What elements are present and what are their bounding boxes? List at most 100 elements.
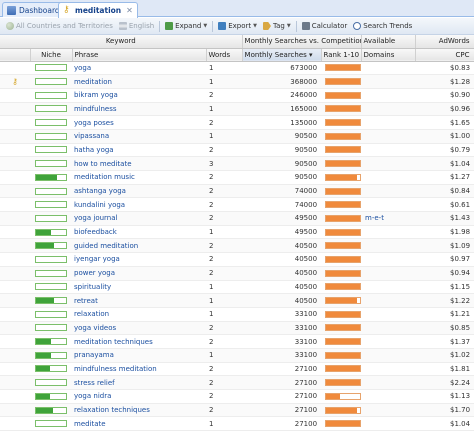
cpc-cell: $1.13 — [415, 389, 474, 404]
phrase-link[interactable]: kundalini yoga — [72, 197, 206, 213]
table-row[interactable]: meditation music 2 90500 $1.27 — [0, 170, 474, 185]
tab-meditation[interactable]: ⚷ meditation ✕ — [58, 2, 138, 18]
monthly-searches-cell: 33100 — [242, 307, 322, 322]
column-header-icon[interactable] — [0, 48, 31, 62]
phrase-link[interactable]: pranayama — [72, 348, 206, 363]
tag-button[interactable]: Tag ▼ — [260, 19, 294, 34]
phrase-link[interactable]: yoga nidra — [72, 389, 206, 404]
phrase-link[interactable]: yoga videos — [72, 321, 206, 336]
table-row[interactable]: bikram yoga 2 246000 $0.90 — [0, 88, 474, 103]
table-row[interactable]: yoga poses 2 135000 $1.65 — [0, 115, 474, 130]
words-cell: 1 — [206, 74, 243, 89]
close-icon[interactable]: ✕ — [126, 6, 133, 15]
phrase-link[interactable]: vipassana — [72, 129, 206, 144]
phrase-link[interactable]: relaxation — [72, 307, 206, 322]
phrase-link[interactable]: iyengar yoga — [72, 252, 206, 267]
table-row[interactable]: ashtanga yoga 2 74000 $0.84 — [0, 184, 474, 199]
table-row[interactable]: mindfulness 1 165000 $0.96 — [0, 102, 474, 117]
phrase-link[interactable]: biofeedback — [72, 225, 206, 240]
table-row[interactable]: power yoga 2 40500 $0.94 — [0, 266, 474, 281]
monthly-searches-cell: 40500 — [242, 252, 322, 267]
expand-button[interactable]: Expand ▼ — [162, 19, 210, 34]
phrase-link[interactable]: mindfulness meditation — [72, 362, 206, 377]
cpc-cell: $1.27 — [415, 170, 474, 185]
export-button[interactable]: Export ▼ — [215, 19, 260, 34]
region-selector[interactable]: All Countries and Territories — [3, 19, 116, 34]
column-header-cpc[interactable]: CPC — [415, 48, 474, 62]
rank-bar — [325, 105, 362, 113]
export-icon — [218, 22, 227, 30]
rank-bar-fill — [326, 339, 361, 345]
column-header-words[interactable]: Words — [206, 48, 243, 62]
column-header-phrase[interactable]: Phrase — [72, 48, 207, 62]
table-row[interactable]: yoga journal 2 49500 m-e-t $1.43 — [0, 211, 474, 226]
monthly-searches-cell: 27100 — [242, 375, 322, 390]
words-cell: 2 — [206, 143, 243, 158]
phrase-link[interactable]: how to meditate — [72, 156, 206, 171]
phrase-link[interactable]: meditate — [72, 416, 206, 432]
phrase-link[interactable]: mindfulness — [72, 102, 206, 117]
domains-cell[interactable]: m-e-t — [361, 211, 416, 226]
column-header-domains[interactable]: Domains — [361, 48, 416, 62]
tab-dashboard[interactable]: Dashboard — [2, 2, 65, 17]
domains-cell — [361, 74, 416, 89]
phrase-link[interactable]: retreat — [72, 293, 206, 308]
search-trends-button[interactable]: Search Trends — [350, 19, 415, 34]
phrase-link[interactable]: spirituality — [72, 280, 206, 295]
phrase-link[interactable]: ashtanga yoga — [72, 184, 206, 199]
rank-bar-fill — [326, 298, 357, 304]
column-header-niche[interactable]: Niche — [30, 48, 73, 62]
table-row[interactable]: yoga 1 673000 $0.83 — [0, 61, 474, 76]
phrase-link[interactable]: hatha yoga — [72, 143, 206, 158]
table-row[interactable]: kundalini yoga 2 74000 $0.61 — [0, 197, 474, 213]
phrase-link[interactable]: stress relief — [72, 375, 206, 390]
toolbar-separator — [212, 20, 214, 32]
table-row[interactable]: mindfulness meditation 2 27100 $1.81 — [0, 362, 474, 377]
rank-bar — [325, 160, 362, 168]
niche-bar — [35, 379, 67, 387]
rank-bar-fill — [326, 215, 361, 221]
phrase-link[interactable]: yoga journal — [72, 211, 206, 226]
column-header-rank[interactable]: Rank 1-10 — [321, 48, 362, 62]
table-row[interactable]: relaxation 1 33100 $1.21 — [0, 307, 474, 322]
table-row[interactable]: meditate 1 27100 $1.04 — [0, 416, 474, 432]
phrase-link[interactable]: meditation music — [72, 170, 206, 185]
phrase-link[interactable]: power yoga — [72, 266, 206, 281]
table-row[interactable]: meditation techniques 2 33100 $1.37 — [0, 334, 474, 349]
table-row[interactable]: retreat 1 40500 $1.22 — [0, 293, 474, 308]
words-cell: 1 — [206, 129, 243, 144]
calculator-button[interactable]: Calculator — [299, 19, 351, 34]
cpc-cell: $1.43 — [415, 211, 474, 226]
domains-cell — [361, 307, 416, 322]
table-row[interactable]: ⚷ meditation 1 368000 $1.28 — [0, 74, 474, 89]
table-row[interactable]: guided meditation 2 40500 $1.09 — [0, 238, 474, 254]
table-row[interactable]: iyengar yoga 2 40500 $0.97 — [0, 252, 474, 267]
table-row[interactable]: yoga nidra 2 27100 $1.13 — [0, 389, 474, 404]
table-row[interactable]: vipassana 1 90500 $1.00 — [0, 129, 474, 144]
phrase-link[interactable]: meditation techniques — [72, 334, 206, 349]
table-row[interactable]: yoga videos 2 33100 $0.85 — [0, 321, 474, 336]
table-row[interactable]: stress relief 2 27100 $2.24 — [0, 375, 474, 390]
table-row[interactable]: hatha yoga 2 90500 $0.79 — [0, 143, 474, 158]
table-row[interactable]: relaxation techniques 2 27100 $1.70 — [0, 403, 474, 418]
phrase-link[interactable]: relaxation techniques — [72, 403, 206, 418]
phrase-link[interactable]: meditation — [72, 74, 206, 89]
domains-cell — [361, 321, 416, 336]
column-header-monthly-searches[interactable]: Monthly Searches ▾ — [242, 48, 322, 62]
group-header-available: Available — [361, 35, 416, 49]
phrase-link[interactable]: bikram yoga — [72, 88, 206, 103]
phrase-link[interactable]: guided meditation — [72, 238, 206, 254]
table-row[interactable]: pranayama 1 33100 $1.02 — [0, 348, 474, 363]
niche-cell — [30, 102, 72, 117]
rank-bar-fill — [326, 243, 361, 249]
phrase-link[interactable]: yoga poses — [72, 115, 206, 130]
rank-bar-fill — [326, 188, 361, 194]
niche-cell — [30, 280, 72, 295]
table-row[interactable]: biofeedback 1 49500 $1.98 — [0, 225, 474, 240]
table-row[interactable]: spirituality 1 40500 $1.15 — [0, 280, 474, 295]
niche-bar — [35, 187, 67, 195]
language-selector[interactable]: English — [116, 19, 157, 34]
table-row[interactable]: how to meditate 3 90500 $1.04 — [0, 156, 474, 171]
row-icon-cell — [0, 61, 30, 76]
phrase-link[interactable]: yoga — [72, 61, 206, 76]
